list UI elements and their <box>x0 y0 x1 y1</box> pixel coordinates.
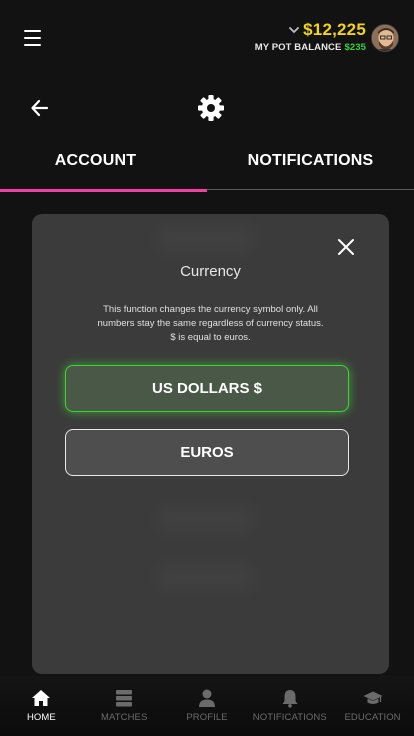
nav-item-profile[interactable]: PROFILE <box>166 676 249 736</box>
euros-option-button[interactable]: EUROS <box>65 429 349 476</box>
us-dollars-option-label: US DOLLARS $ <box>151 380 262 397</box>
gear-icon[interactable] <box>197 94 225 122</box>
tab-notifications[interactable]: NOTIFICATIONS <box>207 132 414 190</box>
bell-icon <box>282 690 298 708</box>
profile-icon <box>198 689 215 707</box>
app-screen: $12,225 MY POT BALANCE $235 ACCOUNT NOTI… <box>0 0 414 736</box>
tab-notifications-label: NOTIFICATIONS <box>247 152 374 169</box>
nav-item-label: HOME <box>26 712 56 723</box>
bottom-nav: HOME MATCHES PROFILE NOTIFICATIONS EDUCA… <box>0 676 414 736</box>
balance-amount: $12,225 <box>303 20 366 39</box>
menu-icon[interactable] <box>24 30 41 46</box>
nav-item-label: PROFILE <box>186 712 228 723</box>
chevron-down-icon <box>289 27 300 34</box>
nav-item-matches[interactable]: MATCHES <box>83 676 166 736</box>
tab-account[interactable]: ACCOUNT <box>0 132 207 192</box>
home-icon <box>32 690 51 706</box>
tab-account-label: ACCOUNT <box>54 152 137 169</box>
modal-title: Currency <box>180 263 241 280</box>
close-icon[interactable] <box>337 238 355 256</box>
nav-item-home[interactable]: HOME <box>0 676 83 736</box>
matches-icon <box>116 690 133 707</box>
nav-item-notifications[interactable]: NOTIFICATIONS <box>248 676 331 736</box>
tab-bar: ACCOUNT NOTIFICATIONS <box>0 132 414 192</box>
euros-option-label: EUROS <box>180 444 234 461</box>
back-arrow-icon[interactable] <box>30 98 50 118</box>
us-dollars-option-button[interactable]: US DOLLARS $ <box>65 365 349 412</box>
modal-description: This function changes the currency symbo… <box>97 304 324 343</box>
nav-item-label: EDUCATION <box>344 712 401 723</box>
top-bar: $12,225 MY POT BALANCE $235 <box>0 0 414 80</box>
nav-item-label: NOTIFICATIONS <box>252 712 327 723</box>
graduation-cap-icon <box>363 691 383 704</box>
currency-modal: Currency This function changes the curre… <box>32 214 389 674</box>
balance-display[interactable]: $12,225 MY POT BALANCE $235 <box>255 20 366 53</box>
avatar-image <box>372 25 398 51</box>
pot-balance-label: MY POT BALANCE <box>254 42 342 53</box>
nav-item-education[interactable]: EDUCATION <box>331 676 414 736</box>
avatar[interactable] <box>371 24 399 52</box>
nav-item-label: MATCHES <box>100 712 148 723</box>
pot-balance-value: $235 <box>344 42 366 53</box>
pot-balance: MY POT BALANCE $235 <box>255 42 366 53</box>
